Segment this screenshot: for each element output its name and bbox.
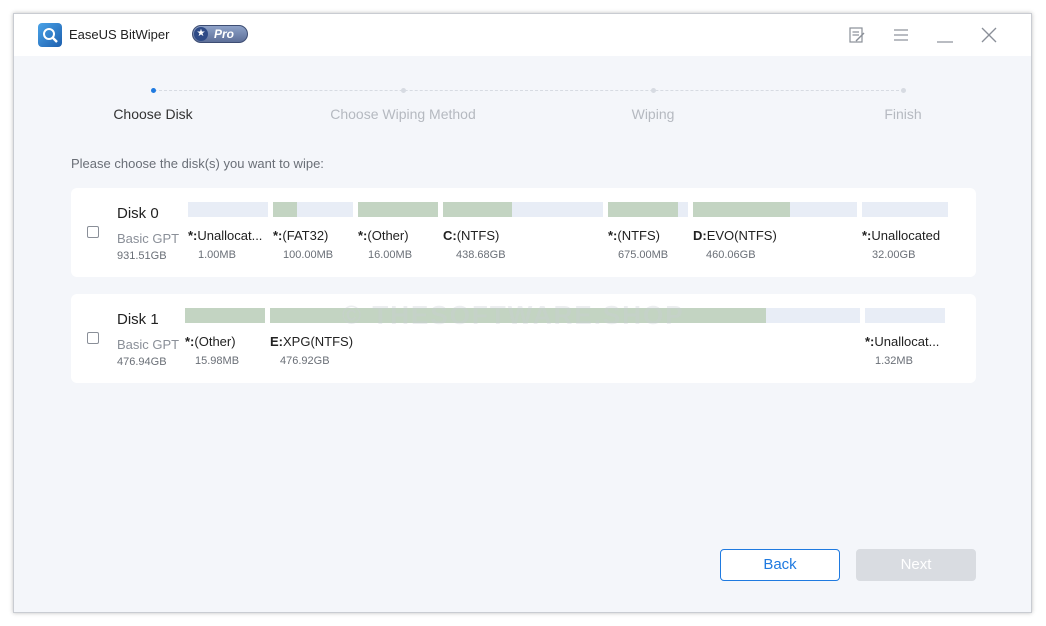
step-label-choose-disk: Choose Disk bbox=[113, 106, 193, 122]
usage-bar bbox=[273, 202, 297, 217]
close-button[interactable] bbox=[979, 25, 999, 45]
star-icon: ★ bbox=[194, 27, 208, 41]
instruction-text: Please choose the disk(s) you want to wi… bbox=[71, 156, 324, 171]
app-logo-icon bbox=[38, 23, 62, 47]
minimize-button[interactable] bbox=[935, 25, 955, 45]
partition-0-1[interactable]: *:(FAT32) 100.00MB bbox=[273, 202, 353, 272]
feedback-button[interactable] bbox=[847, 25, 867, 45]
partition-0-3[interactable]: C:(NTFS) 438.68GB bbox=[443, 202, 603, 272]
step-dot-choose-method bbox=[401, 88, 406, 93]
minimize-icon bbox=[937, 41, 953, 43]
disk-1-type: Basic GPT bbox=[117, 337, 180, 352]
edit-note-icon bbox=[849, 27, 865, 43]
pro-badge-label: Pro bbox=[214, 27, 235, 41]
menu-button[interactable] bbox=[891, 25, 911, 45]
disk-0-checkbox[interactable] bbox=[87, 226, 99, 238]
step-dot-choose-disk bbox=[151, 88, 156, 93]
partition-1-2[interactable]: *:Unallocat... 1.32MB bbox=[865, 308, 945, 378]
partition-0-2[interactable]: *:(Other) 16.00MB bbox=[358, 202, 438, 272]
app-title: EaseUS BitWiper bbox=[69, 27, 170, 42]
hamburger-menu-icon bbox=[894, 29, 908, 41]
disk-card-0[interactable]: Disk 0 Basic GPT 931.51GB *:Unallocat...… bbox=[71, 188, 976, 277]
usage-bar bbox=[693, 202, 790, 217]
back-button[interactable]: Back bbox=[720, 549, 840, 581]
step-label-finish: Finish bbox=[884, 106, 922, 122]
usage-bar bbox=[608, 202, 679, 217]
partition-0-4[interactable]: *:(NTFS) 675.00MB bbox=[608, 202, 688, 272]
partition-0-6[interactable]: *:Unallocated 32.00GB bbox=[862, 202, 948, 272]
step-label-choose-method: Choose Wiping Method bbox=[330, 106, 476, 122]
next-button[interactable]: Next bbox=[856, 549, 976, 581]
disk-1-checkbox[interactable] bbox=[87, 332, 99, 344]
watermark: © THESOFTWARE.SHOP bbox=[342, 300, 685, 330]
disk-0-name: Disk 0 bbox=[117, 205, 159, 222]
usage-bar bbox=[443, 202, 512, 217]
usage-bar bbox=[185, 308, 265, 323]
step-dot-finish bbox=[901, 88, 906, 93]
close-icon bbox=[981, 27, 997, 43]
app-window: EaseUS BitWiper ★ Pro Choose Disk Choose… bbox=[13, 13, 1032, 613]
step-connector-line bbox=[154, 90, 904, 91]
disk-1-name: Disk 1 bbox=[117, 311, 159, 328]
partition-0-0[interactable]: *:Unallocat... 1.00MB bbox=[188, 202, 268, 272]
disk-1-size: 476.94GB bbox=[117, 356, 167, 368]
partition-1-0[interactable]: *:(Other) 15.98MB bbox=[185, 308, 265, 378]
partition-0-5[interactable]: D:EVO(NTFS) 460.06GB bbox=[693, 202, 857, 272]
pro-badge: ★ Pro bbox=[192, 25, 248, 43]
disk-0-size: 931.51GB bbox=[117, 250, 167, 262]
title-bar: EaseUS BitWiper ★ Pro bbox=[14, 14, 1031, 56]
step-label-wiping: Wiping bbox=[631, 106, 675, 122]
usage-bar bbox=[358, 202, 438, 217]
step-dot-wiping bbox=[651, 88, 656, 93]
disk-0-type: Basic GPT bbox=[117, 231, 180, 246]
